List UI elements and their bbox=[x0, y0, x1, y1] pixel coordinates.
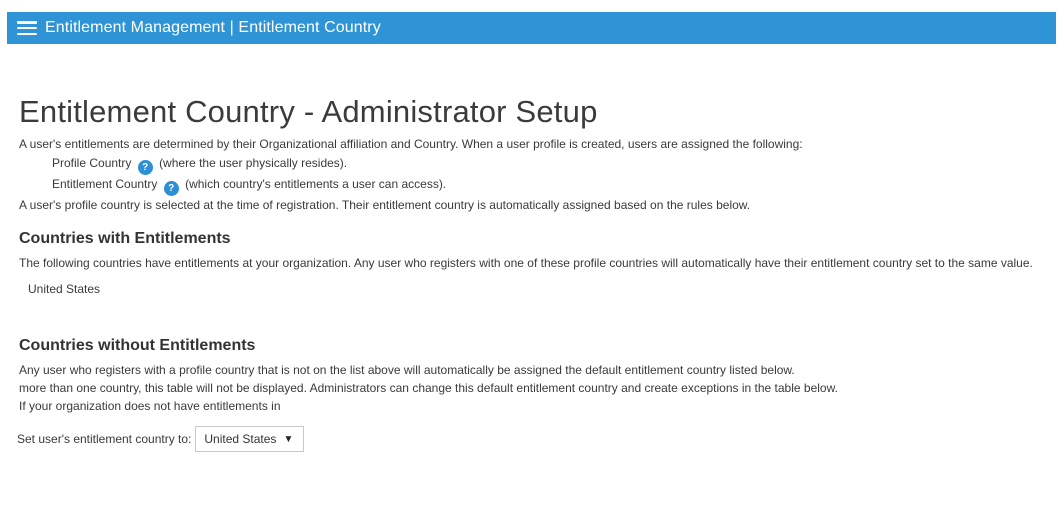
countries-without-entitlements-line-3: If your organization does not have entit… bbox=[19, 399, 281, 413]
profile-country-label: Profile Country bbox=[52, 155, 132, 170]
profile-note: A user's profile country is selected at … bbox=[19, 197, 751, 212]
countries-with-entitlements-heading: Countries with Entitlements bbox=[19, 230, 231, 247]
countries-without-entitlements-heading: Countries without Entitlements bbox=[19, 337, 256, 354]
menu-line bbox=[17, 32, 37, 35]
entitlement-country-select-label: Set user's entitlement country to: bbox=[17, 432, 192, 446]
main-content: Entitlement Country - Administrator Setu… bbox=[17, 90, 1059, 452]
entitlement-country-label: Entitlement Country bbox=[52, 176, 158, 191]
menu-line bbox=[17, 21, 37, 24]
entitlement-country-select-value: United States bbox=[204, 432, 277, 446]
country-list-item: United States bbox=[28, 282, 101, 296]
chevron-down-icon: ▼ bbox=[283, 433, 294, 445]
intro-text: A user's entitlements are determined by … bbox=[19, 137, 803, 151]
menu-line bbox=[17, 26, 37, 30]
countries-without-entitlements-line-1: Any user who registers with a profile co… bbox=[19, 363, 795, 377]
profile-country-help-icon[interactable]: ? bbox=[137, 159, 153, 175]
countries-without-entitlements-line-2: more than one country, this table will n… bbox=[19, 381, 838, 395]
entitlement-country-select-row: Set user's entitlement country to: Unite… bbox=[17, 426, 1059, 452]
profile-country-desc: (where the user physically resides). bbox=[159, 155, 348, 170]
page-title: Entitlement Country - Administrator Setu… bbox=[19, 94, 598, 129]
hamburger-menu-icon[interactable] bbox=[17, 21, 37, 35]
countries-with-entitlements-description: The following countries have entitlement… bbox=[19, 256, 1033, 270]
profile-country-line: Profile Country ? (where the user physic… bbox=[19, 154, 1059, 175]
entitlement-country-select[interactable]: United States ▼ bbox=[195, 426, 305, 452]
entitlement-country-line: Entitlement Country ? (which country's e… bbox=[19, 175, 1059, 196]
entitlement-country-desc: (which country's entitlements a user can… bbox=[185, 176, 447, 191]
entitlement-country-help-icon[interactable]: ? bbox=[163, 180, 179, 196]
header-title: Entitlement Management | Entitlement Cou… bbox=[45, 19, 381, 36]
app-header-bar: Entitlement Management | Entitlement Cou… bbox=[7, 12, 1056, 44]
